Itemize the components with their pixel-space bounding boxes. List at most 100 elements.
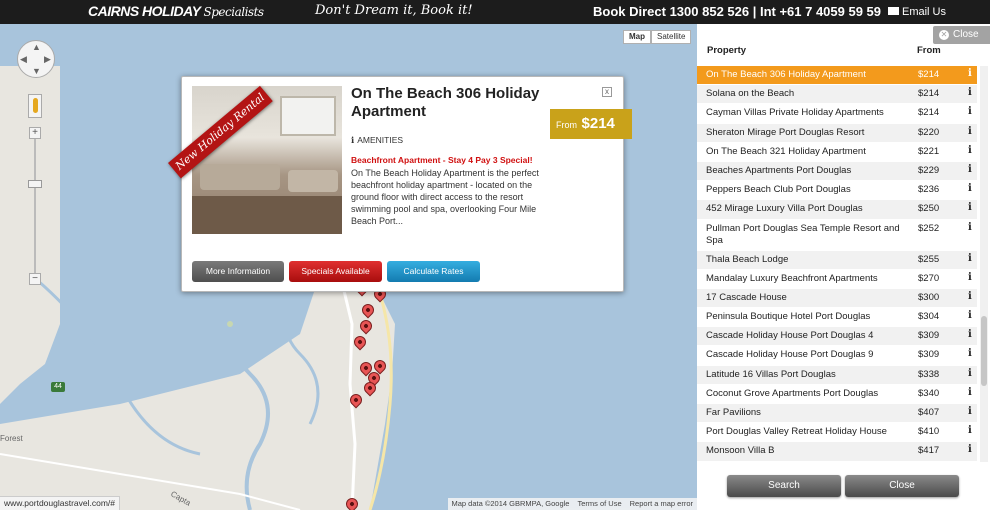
- property-info-window: New Holiday Rental On The Beach 306 Holi…: [168, 76, 632, 292]
- info-icon[interactable]: i: [968, 387, 972, 398]
- table-row[interactable]: Pullman Port Douglas Sea Temple Resort a…: [697, 220, 977, 251]
- property-name[interactable]: On The Beach 306 Holiday Apartment: [697, 66, 907, 84]
- property-name[interactable]: Port Douglas Valley Retreat Holiday Hous…: [697, 423, 907, 441]
- table-row[interactable]: Beaches Apartments Port Douglas $229 i: [697, 161, 977, 182]
- pan-right-icon[interactable]: ▶: [44, 55, 51, 64]
- email-us-link[interactable]: Email Us: [888, 6, 946, 18]
- table-row[interactable]: Peninsula Boutique Hotel Port Douglas $30…: [697, 308, 977, 328]
- info-icon[interactable]: i: [968, 272, 972, 283]
- info-icon[interactable]: i: [968, 183, 972, 194]
- book-direct-phone: Book Direct 1300 852 526 | Int +61 7 405…: [593, 4, 882, 19]
- property-name[interactable]: Peppers Beach Club Port Douglas: [697, 181, 907, 199]
- pan-control[interactable]: ▲ ▼ ◀ ▶: [17, 40, 55, 78]
- table-row[interactable]: Peppers Beach Club Port Douglas $236 i: [697, 181, 977, 201]
- info-icon[interactable]: i: [968, 368, 972, 379]
- table-row[interactable]: Cascade Holiday House Port Douglas 9 $309…: [697, 346, 977, 366]
- info-icon[interactable]: i: [968, 253, 972, 264]
- table-row[interactable]: Monsoon Villa B $417 i: [697, 442, 977, 462]
- close-icon[interactable]: x: [602, 87, 612, 97]
- info-icon[interactable]: i: [968, 425, 972, 436]
- map-type-map-button[interactable]: Map: [623, 30, 651, 44]
- special-offer-text: Beachfront Apartment - Stay 4 Pay 3 Spec…: [351, 155, 533, 165]
- property-name[interactable]: Cascade Holiday House Port Douglas 9: [697, 346, 907, 364]
- zoom-track[interactable]: [34, 132, 36, 278]
- info-icon[interactable]: i: [968, 222, 972, 233]
- property-name[interactable]: 17 Cascade House: [697, 289, 907, 307]
- info-icon[interactable]: i: [968, 202, 972, 213]
- table-row[interactable]: Coconut Grove Apartments Port Douglas $34…: [697, 385, 977, 404]
- map-type-satellite-button[interactable]: Satellite: [651, 30, 692, 44]
- table-row[interactable]: Far Pavilions $407 i: [697, 404, 977, 424]
- property-name[interactable]: Mandalay Luxury Beachfront Apartments: [697, 270, 907, 288]
- brand-logo[interactable]: CAIRNS HOLIDAY Specialists: [88, 3, 264, 19]
- property-name[interactable]: Cayman Villas Private Holiday Apartments: [697, 104, 907, 122]
- table-row[interactable]: 17 Cascade House $300 i: [697, 288, 977, 309]
- info-icon[interactable]: i: [968, 310, 972, 321]
- email-us-label: Email Us: [902, 6, 947, 18]
- info-icon[interactable]: i: [968, 68, 972, 79]
- zoom-slider-handle[interactable]: [28, 180, 42, 188]
- zoom-out-button[interactable]: −: [29, 273, 41, 285]
- property-name[interactable]: Monsoon Villa B: [697, 442, 907, 460]
- table-row[interactable]: Port Douglas Valley Retreat Holiday Hous…: [697, 423, 977, 443]
- table-row[interactable]: On The Beach 306 Holiday Apartment $214 i: [697, 66, 977, 86]
- from-label: From: [556, 120, 577, 130]
- table-row[interactable]: Mandalay Luxury Beachfront Apartments $27…: [697, 270, 977, 289]
- property-name[interactable]: Cascade Holiday House Port Douglas 4: [697, 327, 907, 345]
- info-icon[interactable]: i: [968, 145, 972, 156]
- info-icon[interactable]: i: [968, 444, 972, 455]
- property-name[interactable]: Latitude 16 Villas Port Douglas: [697, 366, 907, 384]
- terms-of-use-link[interactable]: Terms of Use: [577, 499, 621, 508]
- info-icon[interactable]: i: [968, 164, 972, 175]
- scrollbar-thumb[interactable]: [981, 316, 987, 386]
- info-icon[interactable]: i: [968, 348, 972, 359]
- info-icon[interactable]: i: [968, 406, 972, 417]
- pan-up-icon[interactable]: ▲: [32, 43, 41, 52]
- table-row[interactable]: Cascade Holiday House Port Douglas 4 $309…: [697, 327, 977, 347]
- more-information-button[interactable]: More Information: [192, 261, 284, 282]
- specials-available-button[interactable]: Specials Available: [289, 261, 382, 282]
- search-button[interactable]: Search: [727, 475, 841, 497]
- property-name[interactable]: 452 Mirage Luxury Villa Port Douglas: [697, 200, 907, 218]
- panel-close-button[interactable]: ✕ Close: [933, 26, 990, 44]
- calculate-rates-button[interactable]: Calculate Rates: [387, 261, 480, 282]
- table-row[interactable]: Cayman Villas Private Holiday Apartments…: [697, 104, 977, 124]
- property-name[interactable]: Pullman Port Douglas Sea Temple Resort a…: [697, 220, 907, 250]
- report-map-error-link[interactable]: Report a map error: [630, 499, 693, 508]
- property-name[interactable]: Far Pavilions: [697, 404, 907, 422]
- app: CAIRNS HOLIDAY Specialists Don't Dream it…: [0, 0, 990, 510]
- table-row[interactable]: Solana on the Beach $214 i: [697, 85, 977, 105]
- table-row[interactable]: Latitude 16 Villas Port Douglas $338 i: [697, 365, 977, 385]
- map[interactable]: Map Satellite ▲ ▼ ◀ ▶ + − 44 Forest Capt…: [0, 24, 697, 510]
- table-row[interactable]: Sheraton Mirage Port Douglas Resort $220 i: [697, 123, 977, 143]
- top-bar: CAIRNS HOLIDAY Specialists Don't Dream it…: [0, 0, 990, 24]
- info-icon[interactable]: i: [968, 126, 972, 137]
- property-name[interactable]: Sheraton Mirage Port Douglas Resort: [697, 124, 907, 142]
- property-name[interactable]: On The Beach 321 Holiday Apartment: [697, 143, 907, 161]
- property-list: On The Beach 306 Holiday Apartment $214 i S…: [697, 66, 977, 462]
- property-price: $417: [918, 445, 940, 457]
- property-name[interactable]: Solana on the Beach: [697, 85, 907, 103]
- property-name[interactable]: Beaches Apartments Port Douglas: [697, 162, 907, 180]
- info-icon[interactable]: i: [968, 329, 972, 340]
- amenities-link[interactable]: i AMENITIES: [351, 135, 403, 146]
- property-price: $214: [918, 107, 940, 119]
- property-price: $309: [918, 330, 940, 342]
- table-row[interactable]: On The Beach 321 Holiday Apartment $221 i: [697, 143, 977, 162]
- property-name[interactable]: Thala Beach Lodge: [697, 251, 907, 269]
- price-badge: From $214: [550, 109, 632, 139]
- pan-left-icon[interactable]: ◀: [20, 55, 27, 64]
- close-button[interactable]: Close: [845, 475, 959, 497]
- zoom-in-button[interactable]: +: [29, 127, 41, 139]
- table-row[interactable]: Thala Beach Lodge $255 i: [697, 250, 977, 270]
- property-name[interactable]: Coconut Grove Apartments Port Douglas: [697, 385, 907, 403]
- pan-down-icon[interactable]: ▼: [32, 67, 41, 76]
- street-view-pegman-icon[interactable]: [28, 94, 42, 118]
- tagline: Don't Dream it, Book it!: [315, 3, 473, 18]
- property-name[interactable]: Peninsula Boutique Hotel Port Douglas: [697, 308, 907, 326]
- info-icon[interactable]: i: [968, 106, 972, 117]
- info-icon[interactable]: i: [968, 291, 972, 302]
- list-scrollbar[interactable]: [980, 66, 988, 462]
- info-icon[interactable]: i: [968, 87, 972, 98]
- table-row[interactable]: 452 Mirage Luxury Villa Port Douglas $250…: [697, 200, 977, 220]
